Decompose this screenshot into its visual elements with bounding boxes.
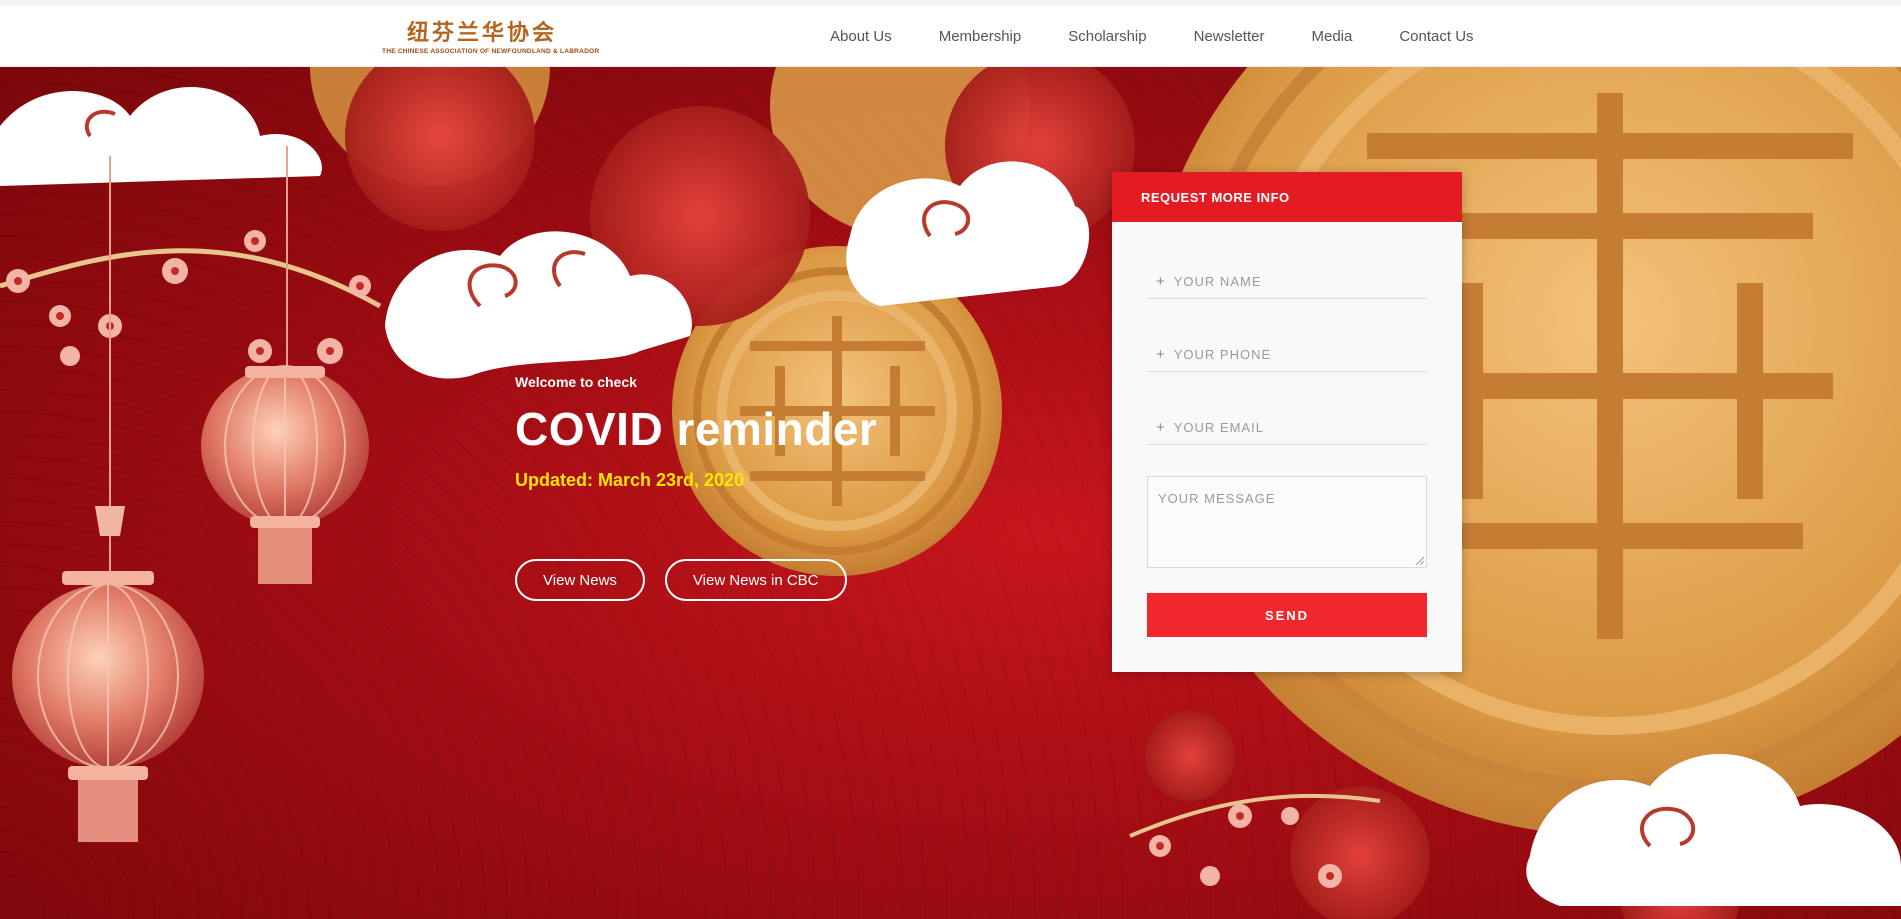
nav-about-us[interactable]: About Us xyxy=(830,28,892,45)
hero-headline: COVID reminder xyxy=(515,403,878,455)
hero-welcome: Welcome to check xyxy=(515,374,637,390)
view-news-button[interactable]: View News xyxy=(515,559,645,601)
hero-updated-date: Updated: March 23rd, 2020 xyxy=(515,470,745,490)
nav-newsletter[interactable]: Newsletter xyxy=(1194,28,1265,45)
resize-handle-icon[interactable] xyxy=(1414,555,1424,565)
plus-icon: + xyxy=(1156,272,1166,290)
phone-field[interactable]: + YOUR PHONE xyxy=(1147,337,1427,372)
email-placeholder: YOUR EMAIL xyxy=(1173,419,1264,435)
email-field[interactable]: + YOUR EMAIL xyxy=(1147,410,1427,445)
logo-english-text: THE CHINESE ASSOCIATION OF NEWFOUNDLAND … xyxy=(382,48,600,55)
site-logo[interactable]: 纽芬兰华协会 THE CHINESE ASSOCIATION OF NEWFOU… xyxy=(382,20,600,62)
name-field[interactable]: + YOUR NAME xyxy=(1147,264,1427,299)
hero-buttons: View News View News in CBC xyxy=(515,559,847,601)
message-placeholder: YOUR MESSAGE xyxy=(1158,491,1276,506)
hero-banner: Welcome to check COVID reminder Updated:… xyxy=(0,66,1901,919)
plus-icon: + xyxy=(1156,418,1166,436)
request-info-form: REQUEST MORE INFO + YOUR NAME + YOUR PHO… xyxy=(1112,172,1462,672)
nav-scholarship[interactable]: Scholarship xyxy=(1068,28,1146,45)
plus-icon: + xyxy=(1156,345,1166,363)
hero-text-block: Welcome to check COVID reminder Updated:… xyxy=(515,374,877,491)
site-header: 纽芬兰华协会 THE CHINESE ASSOCIATION OF NEWFOU… xyxy=(0,6,1901,67)
name-placeholder: YOUR NAME xyxy=(1173,273,1262,289)
view-news-cbc-button[interactable]: View News in CBC xyxy=(664,559,847,601)
form-title: REQUEST MORE INFO xyxy=(1112,172,1462,222)
send-button[interactable]: SEND xyxy=(1147,593,1427,637)
main-nav: About Us Membership Scholarship Newslett… xyxy=(830,6,1521,66)
nav-membership[interactable]: Membership xyxy=(939,28,1022,45)
chinese-festival-background xyxy=(0,66,1901,919)
message-textarea[interactable]: YOUR MESSAGE xyxy=(1147,476,1427,568)
nav-media[interactable]: Media xyxy=(1311,28,1352,45)
phone-placeholder: YOUR PHONE xyxy=(1173,346,1272,362)
lantern-right xyxy=(201,146,369,584)
logo-chinese-text: 纽芬兰华协会 xyxy=(406,20,557,46)
nav-contact-us[interactable]: Contact Us xyxy=(1399,28,1473,45)
